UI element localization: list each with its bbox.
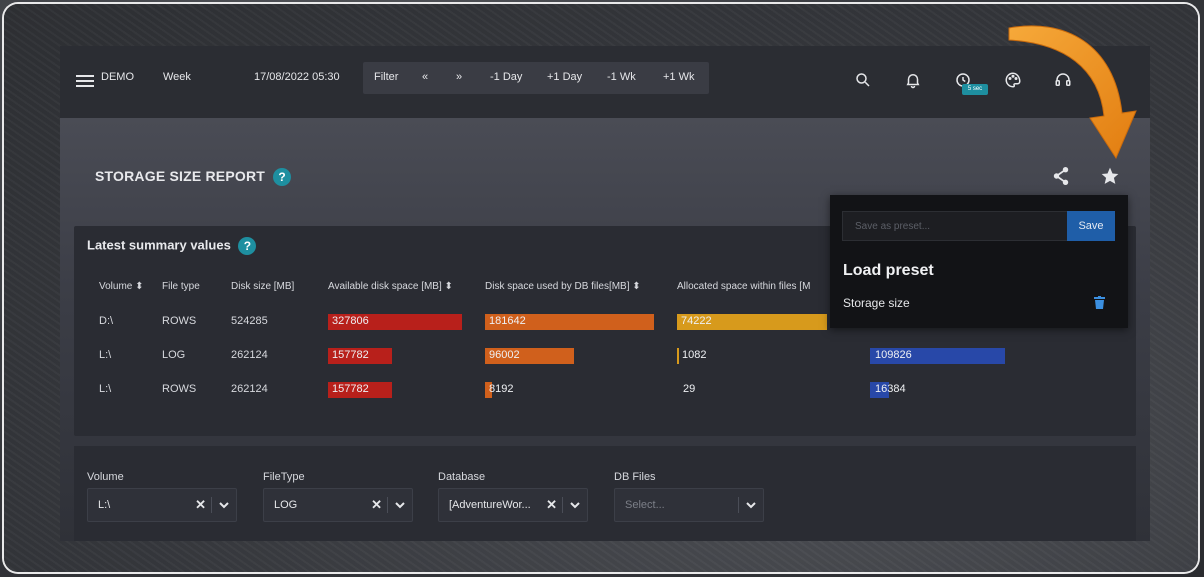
column-header-disk-size[interactable]: Disk size [MB]: [231, 281, 294, 292]
time-nav-group: Filter « » -1 Day +1 Day -1 Wk +1 Wk: [363, 62, 709, 94]
filetype-select[interactable]: LOG ✕: [263, 488, 413, 522]
value-available: 157782: [332, 349, 369, 361]
cell-volume: L:\: [99, 383, 112, 395]
divider: [738, 497, 739, 513]
cell-disk-size: 262124: [231, 349, 268, 361]
help-icon[interactable]: ?: [273, 168, 292, 187]
cell-file-type: ROWS: [162, 315, 197, 327]
back-button[interactable]: «: [422, 71, 428, 83]
value-used-by-db: 8192: [489, 383, 514, 395]
value-used-by-db: 181642: [489, 315, 526, 327]
divider: [387, 497, 388, 513]
sort-icon: ⬍: [444, 281, 453, 292]
filetype-filter-label: FileType: [263, 471, 305, 483]
database-select-value: [AdventureWor...: [449, 499, 531, 511]
save-preset-button[interactable]: Save: [1067, 211, 1115, 241]
screenshot-frame: DEMO Week 17/08/2022 05:30 Filter « » -1…: [4, 4, 1198, 572]
menu-icon[interactable]: [76, 75, 94, 87]
minus-day-button[interactable]: -1 Day: [490, 71, 522, 83]
minus-week-button[interactable]: -1 Wk: [607, 71, 636, 83]
dbfiles-select[interactable]: Select...: [614, 488, 764, 522]
value-used-by-db: 96002: [489, 349, 520, 361]
help-icon[interactable]: ?: [238, 237, 257, 255]
summary-title: Latest summary values ?: [87, 237, 257, 255]
value-extra: 16384: [875, 383, 906, 395]
clear-icon[interactable]: ✕: [371, 497, 382, 513]
column-header-used-by-db[interactable]: Disk space used by DB files[MB] ⬍: [485, 281, 641, 292]
sort-icon: ⬍: [135, 281, 144, 292]
load-preset-title: Load preset: [843, 262, 934, 279]
value-allocated: 74222: [681, 315, 712, 327]
dbfiles-select-placeholder: Select...: [625, 499, 665, 511]
volume-select-value: L:\: [98, 499, 111, 511]
value-allocated: 29: [683, 383, 696, 395]
column-header-volume[interactable]: Volume ⬍: [99, 281, 144, 292]
clear-icon[interactable]: ✕: [195, 497, 206, 513]
refresh-interval-badge[interactable]: 5 sec: [962, 84, 988, 95]
sort-icon: ⬍: [632, 281, 641, 292]
value-extra: 109826: [875, 349, 912, 361]
value-available: 327806: [332, 315, 369, 327]
forward-button[interactable]: »: [456, 71, 462, 83]
star-icon[interactable]: [1100, 166, 1120, 186]
cell-disk-size: 262124: [231, 383, 268, 395]
top-bar: DEMO Week 17/08/2022 05:30 Filter « » -1…: [60, 46, 1150, 118]
page-title-text: STORAGE SIZE REPORT: [95, 168, 266, 184]
bar-allocated: [677, 348, 679, 364]
cell-volume: D:\: [99, 315, 114, 327]
chevron-down-icon[interactable]: [394, 499, 406, 511]
plus-week-button[interactable]: +1 Wk: [663, 71, 694, 83]
volume-filter-label: Volume: [87, 471, 124, 483]
share-icon[interactable]: [1052, 166, 1070, 186]
plus-day-button[interactable]: +1 Day: [547, 71, 582, 83]
cell-volume: L:\: [99, 349, 112, 361]
database-filter-label: Database: [438, 471, 486, 483]
preset-name-input[interactable]: [842, 211, 1068, 241]
period-selector[interactable]: Week: [163, 71, 191, 83]
clear-icon[interactable]: ✕: [546, 497, 557, 513]
summary-title-text: Latest summary values: [87, 237, 231, 253]
chevron-down-icon[interactable]: [218, 499, 230, 511]
datetime-picker[interactable]: 17/08/2022 05:30: [254, 71, 340, 83]
cell-file-type: ROWS: [162, 383, 197, 395]
divider: [211, 497, 212, 513]
dbfiles-filter-label: DB Files: [614, 471, 656, 483]
search-icon[interactable]: [854, 71, 872, 89]
cell-file-type: LOG: [162, 349, 186, 361]
chevron-down-icon[interactable]: [745, 499, 757, 511]
filter-panel: Volume L:\ ✕ FileType LOG ✕ Database [Ad…: [74, 446, 1136, 541]
value-allocated: 1082: [682, 349, 707, 361]
filetype-select-value: LOG: [274, 499, 298, 511]
volume-select[interactable]: L:\ ✕: [87, 488, 237, 522]
headset-icon[interactable]: [1054, 71, 1072, 89]
value-available: 157782: [332, 383, 369, 395]
palette-icon[interactable]: [1004, 71, 1022, 89]
page-title: STORAGE SIZE REPORT ?: [95, 168, 292, 187]
preset-item[interactable]: Storage size: [843, 296, 910, 310]
column-header-available[interactable]: Available disk space [MB] ⬍: [328, 281, 453, 292]
bell-icon[interactable]: [904, 71, 922, 89]
brand-label[interactable]: DEMO: [101, 71, 134, 83]
divider: [562, 497, 563, 513]
filter-button[interactable]: Filter: [374, 71, 398, 83]
cell-disk-size: 524285: [231, 315, 268, 327]
chevron-down-icon[interactable]: [569, 499, 581, 511]
database-select[interactable]: [AdventureWor... ✕: [438, 488, 588, 522]
preset-dropdown: Save Load preset Storage size: [830, 195, 1128, 328]
column-header-file-type[interactable]: File type: [162, 281, 200, 292]
trash-icon[interactable]: [1094, 296, 1105, 309]
column-header-allocated[interactable]: Allocated space within files [M: [677, 281, 810, 292]
